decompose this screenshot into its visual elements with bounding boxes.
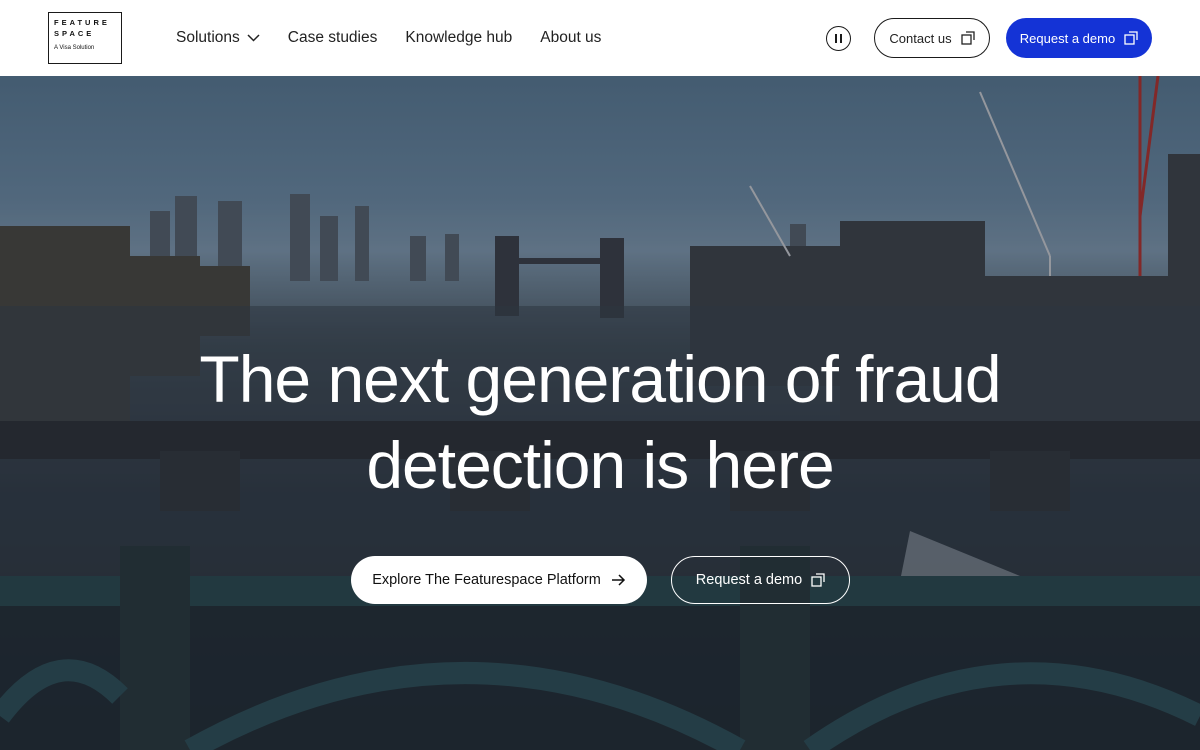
external-link-icon xyxy=(811,573,825,587)
request-demo-label: Request a demo xyxy=(1019,30,1116,46)
hero-request-demo-label: Request a demo xyxy=(695,572,803,588)
nav-item-label: Case studies xyxy=(287,29,378,46)
main-nav: Solutions Case studies Knowledge hub Abo… xyxy=(176,0,629,76)
pause-icon-bar xyxy=(840,34,842,43)
contact-us-button[interactable]: Contact us xyxy=(874,18,990,58)
pause-icon xyxy=(835,34,837,43)
nav-item-label: Knowledge hub xyxy=(405,29,513,46)
nav-item-label: About us xyxy=(540,29,602,46)
pause-video-button[interactable] xyxy=(826,26,851,51)
nav-item-case-studies[interactable]: Case studies xyxy=(288,29,378,47)
nav-item-label: Solutions xyxy=(176,29,240,46)
featurespace-logo[interactable]: FEATURE SPACE A Visa Solution xyxy=(48,12,122,64)
request-demo-button[interactable]: Request a demo xyxy=(1006,18,1152,58)
hero-title: The next generation of fraud detection i… xyxy=(100,336,1100,508)
external-link-icon xyxy=(960,31,975,45)
hero-request-demo-button[interactable]: Request a demo xyxy=(671,556,850,604)
nav-item-knowledge-hub[interactable]: Knowledge hub xyxy=(405,29,512,47)
explore-platform-label: Explore The Featurespace Platform xyxy=(372,572,601,588)
hero-title-line1: The next generation of fraud xyxy=(199,342,1001,416)
nav-item-about-us[interactable]: About us xyxy=(540,29,601,47)
logo-text-feature: FEATURE xyxy=(54,18,110,27)
contact-us-label: Contact us xyxy=(889,30,952,46)
external-link-icon xyxy=(1124,31,1138,45)
logo-subtitle: A Visa Solution xyxy=(54,45,95,51)
hero-section: The next generation of fraud detection i… xyxy=(0,76,1200,750)
arrow-right-icon xyxy=(611,574,626,586)
hero-title-line2: detection is here xyxy=(366,428,834,502)
site-header: FEATURE SPACE A Visa Solution Solutions … xyxy=(0,0,1200,76)
logo-text-space: SPACE xyxy=(54,29,95,38)
nav-item-solutions[interactable]: Solutions xyxy=(176,29,260,47)
explore-platform-button[interactable]: Explore The Featurespace Platform xyxy=(351,556,647,604)
chevron-down-icon xyxy=(247,34,260,42)
